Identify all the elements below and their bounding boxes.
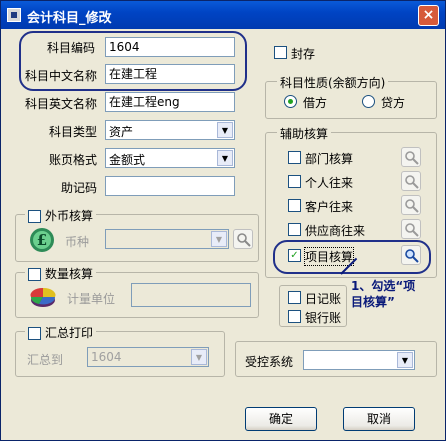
aux-customer-search-button[interactable] bbox=[401, 195, 421, 215]
foreign-currency-label: 外币核算 bbox=[45, 209, 94, 223]
sealed-label: 封存 bbox=[291, 47, 316, 61]
currency-label: 币种 bbox=[65, 235, 90, 249]
app-icon bbox=[7, 8, 21, 22]
controlled-system-select[interactable]: ▼ bbox=[303, 350, 415, 370]
mnemonic-label: 助记码 bbox=[60, 181, 97, 195]
aux-supplier-label: 供应商往来 bbox=[305, 224, 366, 238]
foreign-currency-checkbox[interactable] bbox=[28, 210, 41, 223]
window-title: 会计科目_修改 bbox=[27, 11, 112, 26]
search-icon bbox=[405, 175, 419, 189]
aux-personal-label: 个人往来 bbox=[305, 176, 354, 190]
page-format-value: 金额式 bbox=[109, 153, 146, 167]
summary-print-legend: 汇总打印 bbox=[25, 324, 97, 341]
highlight-oval-project bbox=[273, 240, 431, 274]
journal-label: 日记账 bbox=[305, 292, 342, 306]
type-value: 资产 bbox=[109, 125, 134, 139]
debit-label: 借方 bbox=[303, 96, 328, 110]
controlled-system-label: 受控系统 bbox=[245, 355, 294, 369]
summary-print-label: 汇总打印 bbox=[45, 326, 94, 340]
sealed-checkbox[interactable] bbox=[274, 46, 287, 59]
aux-supplier-search-button[interactable] bbox=[401, 219, 421, 239]
bank-label: 银行账 bbox=[305, 311, 342, 325]
en-name-input[interactable]: 在建工程eng bbox=[105, 92, 235, 112]
chevron-down-icon[interactable]: ▼ bbox=[217, 150, 233, 166]
aux-legend: 辅助核算 bbox=[277, 125, 332, 142]
aux-personal-checkbox[interactable] bbox=[288, 175, 301, 188]
debit-radio[interactable] bbox=[284, 95, 297, 108]
foreign-currency-legend: 外币核算 bbox=[25, 207, 97, 224]
credit-label: 贷方 bbox=[381, 96, 406, 110]
highlight-oval-code-name bbox=[19, 31, 247, 91]
annotation-line2: 目核算” bbox=[351, 295, 395, 309]
chevron-down-icon[interactable]: ▼ bbox=[397, 352, 413, 368]
title-bar[interactable]: 会计科目_修改 × bbox=[1, 1, 445, 29]
search-icon bbox=[405, 151, 419, 165]
aux-customer-label: 客户往来 bbox=[305, 200, 354, 214]
chevron-down-icon[interactable]: ▼ bbox=[211, 231, 227, 247]
quantity-label: 数量核算 bbox=[45, 267, 94, 281]
cancel-button[interactable]: 取消 bbox=[343, 407, 415, 431]
annotation-line1: 1、勾选“项 bbox=[351, 279, 416, 293]
bank-checkbox[interactable] bbox=[288, 310, 301, 323]
nature-legend: 科目性质(余额方向) bbox=[277, 74, 389, 91]
svg-text:£: £ bbox=[37, 231, 47, 249]
pie-chart-icon bbox=[29, 283, 57, 311]
en-name-label: 科目英文名称 bbox=[24, 97, 97, 111]
unit-input[interactable] bbox=[131, 283, 251, 307]
close-button[interactable]: × bbox=[418, 5, 439, 26]
type-select[interactable]: 资产 ▼ bbox=[105, 120, 235, 140]
page-format-label: 账页格式 bbox=[48, 153, 97, 167]
aux-personal-search-button[interactable] bbox=[401, 171, 421, 191]
ok-button[interactable]: 确定 bbox=[245, 407, 317, 431]
summary-print-checkbox[interactable] bbox=[28, 327, 41, 340]
unit-label: 计量单位 bbox=[67, 292, 116, 306]
currency-select[interactable]: ▼ bbox=[105, 229, 229, 249]
aux-supplier-checkbox[interactable] bbox=[288, 223, 301, 236]
aux-dept-label: 部门核算 bbox=[305, 152, 354, 166]
type-label: 科目类型 bbox=[48, 125, 97, 139]
search-icon bbox=[405, 199, 419, 213]
chevron-down-icon[interactable]: ▼ bbox=[217, 122, 233, 138]
summary-to-select[interactable]: 1604 ▼ bbox=[87, 347, 209, 367]
search-icon bbox=[237, 233, 251, 247]
aux-customer-checkbox[interactable] bbox=[288, 199, 301, 212]
chevron-down-icon[interactable]: ▼ bbox=[191, 349, 207, 365]
aux-dept-checkbox[interactable] bbox=[288, 151, 301, 164]
quantity-legend: 数量核算 bbox=[25, 265, 97, 282]
search-icon bbox=[405, 223, 419, 237]
page-format-select[interactable]: 金额式 ▼ bbox=[105, 148, 235, 168]
journal-checkbox[interactable] bbox=[288, 291, 301, 304]
credit-radio[interactable] bbox=[362, 95, 375, 108]
mnemonic-input[interactable] bbox=[105, 176, 235, 196]
summary-to-value: 1604 bbox=[91, 350, 122, 364]
currency-search-button[interactable] bbox=[233, 229, 253, 249]
aux-dept-search-button[interactable] bbox=[401, 147, 421, 167]
dialog-window: 会计科目_修改 × 科目编码 1604 科目中文名称 在建工程 科目英文名称 在… bbox=[0, 0, 446, 441]
summary-to-label: 汇总到 bbox=[27, 353, 64, 367]
currency-pound-icon: £ bbox=[29, 227, 55, 253]
quantity-checkbox[interactable] bbox=[28, 268, 41, 281]
